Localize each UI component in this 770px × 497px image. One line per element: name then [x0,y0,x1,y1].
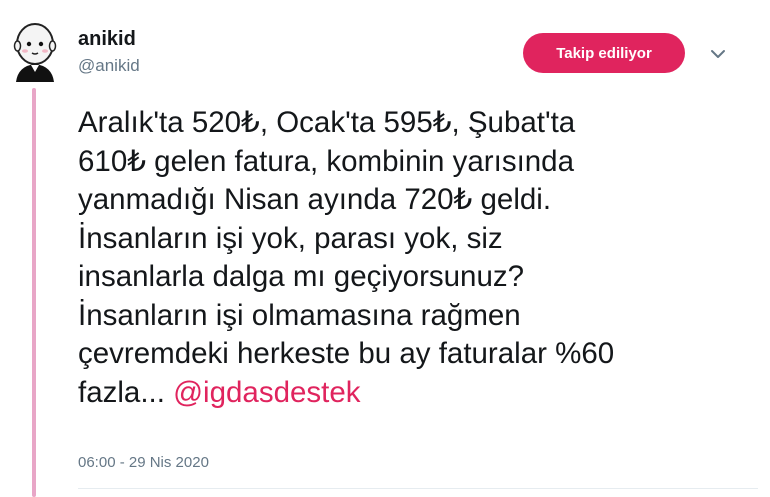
cartoon-face-avatar-icon [13,23,57,82]
thread-line [32,88,36,497]
chevron-down-icon[interactable] [708,44,728,64]
author-handle[interactable]: @anikid [78,56,140,76]
avatar[interactable] [10,20,60,82]
divider [78,488,758,489]
tweet-text: Aralık'ta 520₺, Ocak'ta 595₺, Şubat'ta 6… [78,104,758,412]
tweet-body: Aralık'ta 520₺, Ocak'ta 595₺, Şubat'ta 6… [78,106,615,409]
mention-link[interactable]: @igdasdestek [173,376,360,409]
author-display-name[interactable]: anikid [78,28,136,51]
tweet-timestamp[interactable]: 06:00 - 29 Nis 2020 [78,454,209,471]
following-button[interactable]: Takip ediliyor [523,33,685,73]
